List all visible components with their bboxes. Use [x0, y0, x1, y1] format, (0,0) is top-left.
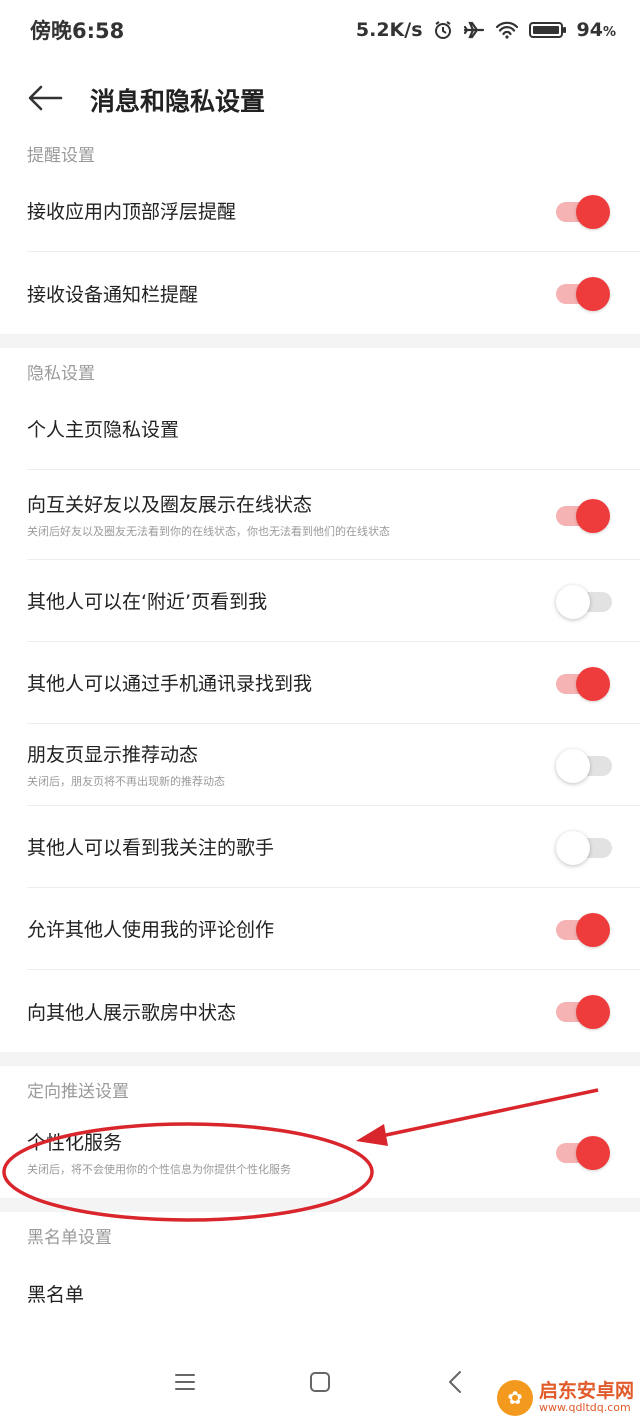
section-title-reminder: 提醒设置 — [27, 146, 95, 166]
status-time: 傍晚6:58 — [30, 19, 125, 43]
setting-row-profile-privacy[interactable]: 个人主页隐私设置 — [27, 388, 640, 470]
toggle-switch[interactable] — [556, 748, 612, 783]
section-divider — [0, 334, 640, 348]
toggle-switch[interactable] — [556, 666, 612, 701]
section-divider — [0, 1052, 640, 1066]
section-title-targeted-push: 定向推送设置 — [27, 1082, 129, 1102]
page-title: 消息和隐私设置 — [90, 87, 266, 116]
battery-level: 94% — [576, 19, 616, 41]
setting-label: 其他人可以在‘附近’页看到我 — [27, 591, 268, 613]
setting-row-recommended-feed[interactable]: 朋友页显示推荐动态 关闭后，朋友页将不再出现新的推荐动态 — [27, 724, 640, 806]
setting-description: 关闭后，将不会使用你的个性信息为你提供个性化服务 — [27, 1162, 291, 1176]
setting-row-contacts[interactable]: 其他人可以通过手机通讯录找到我 — [27, 642, 640, 724]
setting-row-notification-bar[interactable]: 接收设备通知栏提醒 — [27, 252, 640, 334]
section-divider — [0, 1198, 640, 1212]
battery-icon — [528, 20, 567, 40]
nav-home-button[interactable] — [253, 1346, 388, 1422]
setting-label: 个人主页隐私设置 — [27, 419, 180, 441]
toggle-switch[interactable] — [556, 994, 612, 1029]
status-indicators: 5.2K/s 94% — [356, 19, 616, 41]
section-title-privacy: 隐私设置 — [27, 364, 95, 384]
setting-label: 向互关好友以及圈友展示在线状态 — [27, 494, 313, 516]
setting-label: 向其他人展示歌房中状态 — [27, 1001, 237, 1024]
setting-description: 关闭后好友以及圈友无法看到你的在线状态，你也无法看到他们的在线状态 — [27, 525, 390, 538]
arrow-left-icon — [27, 84, 63, 116]
back-button[interactable] — [0, 60, 90, 140]
chevron-left-icon — [448, 1370, 462, 1398]
network-speed: 5.2K/s — [355, 19, 423, 41]
setting-label: 接收应用内顶部浮层提醒 — [27, 201, 237, 223]
setting-label: 允许其他人使用我的评论创作 — [27, 919, 275, 941]
setting-row-in-app-banner[interactable]: 接收应用内顶部浮层提醒 — [27, 170, 640, 252]
watermark-name: 启东安卓网 — [538, 1380, 634, 1403]
setting-label: 其他人可以看到我关注的歌手 — [27, 837, 275, 859]
toggle-switch[interactable] — [556, 830, 612, 865]
toggle-switch[interactable] — [556, 498, 612, 533]
airplane-icon — [463, 20, 485, 40]
setting-label: 其他人可以通过手机通讯录找到我 — [27, 673, 313, 695]
section-title-blacklist: 黑名单设置 — [27, 1228, 112, 1248]
toggle-switch[interactable] — [556, 584, 612, 619]
setting-row-comment-creation[interactable]: 允许其他人使用我的评论创作 — [27, 888, 640, 970]
setting-row-personalized-service[interactable]: 个性化服务 关闭后，将不会使用你的个性信息为你提供个性化服务 — [27, 1106, 640, 1198]
setting-row-nearby[interactable]: 其他人可以在‘附近’页看到我 — [27, 560, 640, 642]
toggle-switch[interactable] — [556, 194, 612, 229]
watermark-logo-icon: ✿ — [496, 1380, 533, 1416]
alarm-icon — [433, 20, 453, 40]
nav-menu-button[interactable] — [118, 1346, 253, 1422]
square-icon — [309, 1371, 331, 1397]
setting-row-blacklist[interactable]: 黑名单 — [27, 1252, 640, 1334]
setting-row-online-status[interactable]: 向互关好友以及圈友展示在线状态 关闭后好友以及圈友无法看到你的在线状态，你也无法… — [27, 470, 640, 560]
toggle-switch[interactable] — [556, 1135, 612, 1170]
setting-label: 接收设备通知栏提醒 — [27, 283, 199, 306]
status-bar: 傍晚6:58 5.2K/s 94% — [0, 0, 640, 60]
setting-label: 黑名单 — [27, 1283, 85, 1306]
wifi-icon — [495, 20, 519, 40]
toggle-switch[interactable] — [556, 912, 612, 947]
setting-label: 朋友页显示推荐动态 — [27, 744, 199, 766]
watermark: ✿ 启东安卓网 www.qdltdq.com — [496, 1380, 634, 1416]
app-header: 消息和隐私设置 — [0, 60, 640, 140]
watermark-url: www.qdltdq.com — [538, 1401, 631, 1415]
setting-description: 关闭后，朋友页将不再出现新的推荐动态 — [27, 775, 225, 788]
settings-list: 提醒设置 接收应用内顶部浮层提醒 接收设备通知栏提醒 隐私设置 个人主页隐私设置… — [0, 130, 640, 1334]
toggle-switch[interactable] — [556, 276, 612, 311]
menu-icon — [174, 1373, 196, 1395]
setting-row-followed-singers[interactable]: 其他人可以看到我关注的歌手 — [27, 806, 640, 888]
setting-label: 个性化服务 — [27, 1131, 123, 1154]
setting-row-room-status[interactable]: 向其他人展示歌房中状态 — [27, 970, 640, 1052]
